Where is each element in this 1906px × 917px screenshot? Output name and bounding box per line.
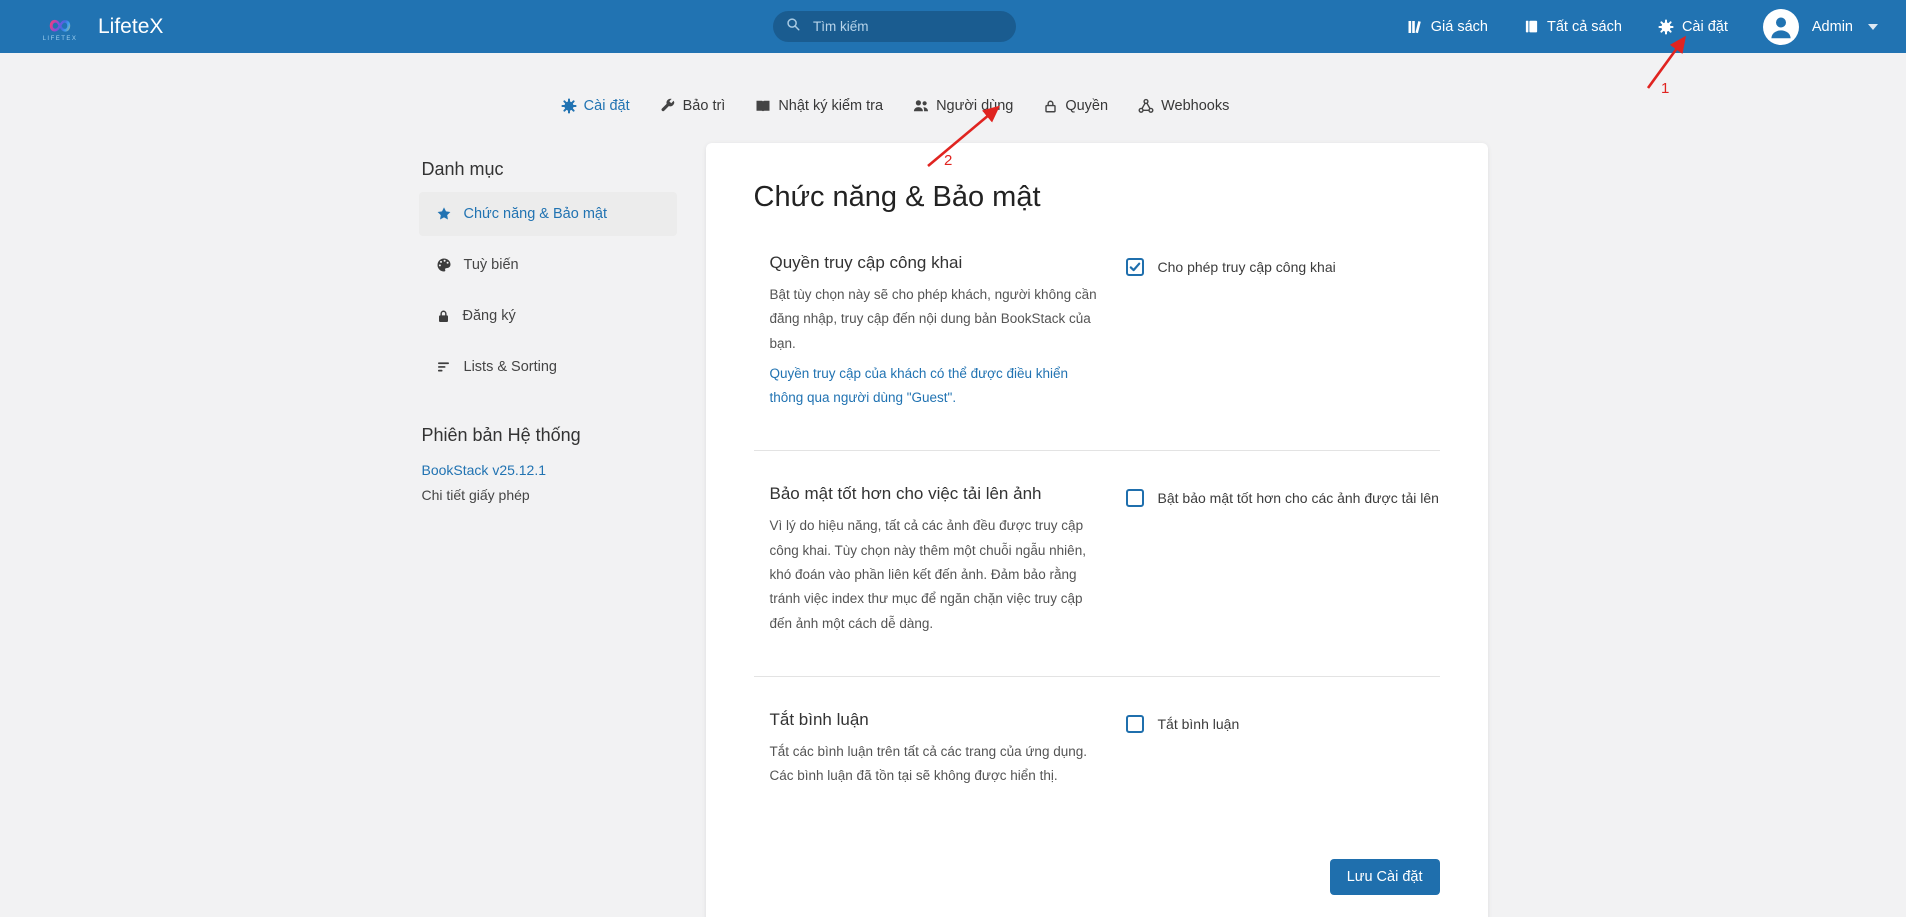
wrench-icon: [660, 98, 676, 114]
logo-area[interactable]: ∞ LIFETEX LifeteX: [38, 0, 163, 53]
header-nav: Giá sách Tất cả sách Cài đặt Admin: [1392, 0, 1884, 53]
checkbox-row[interactable]: Tắt bình luận: [1126, 710, 1424, 733]
user-menu[interactable]: Admin: [1749, 1, 1884, 53]
button-row: Lưu Cài đặt: [754, 829, 1440, 895]
section-text: Quyền truy cập công khai Bật tùy chọn này…: [770, 253, 1100, 410]
checkbox-label: Tắt bình luận: [1158, 716, 1240, 732]
tab-label: Bảo trì: [683, 97, 726, 115]
sidebar-item-label: Lists & Sorting: [464, 358, 558, 376]
lock-filled-icon: [436, 309, 451, 324]
checkbox-row[interactable]: Cho phép truy cập công khai: [1126, 253, 1424, 276]
section-help-link[interactable]: Quyền truy cập của khách có thể được điề…: [770, 362, 1100, 411]
search-icon: [786, 17, 801, 37]
sidebar-item-registration[interactable]: Đăng ký: [419, 294, 677, 338]
logo-caption: LIFETEX: [43, 36, 78, 42]
section-heading: Tắt bình luận: [770, 710, 1100, 730]
bookstack-version-link[interactable]: BookStack v25.12.1: [422, 462, 677, 478]
nav-item-label: Giá sách: [1431, 19, 1488, 35]
checkbox-unchecked[interactable]: [1126, 715, 1144, 733]
app-logo[interactable]: ∞ LIFETEX: [38, 11, 82, 42]
search-input[interactable]: [811, 18, 1003, 35]
checkbox-checked[interactable]: [1126, 258, 1144, 276]
avatar[interactable]: [1763, 9, 1799, 45]
settings-card: Chức năng & Bảo mật Quyền truy cập công …: [706, 143, 1488, 917]
page: ∞ LIFETEX LifeteX Giá sách Tất cả sách Cài…: [0, 0, 1906, 917]
settings-section: Quyền truy cập công khai Bật tùy chọn này…: [754, 220, 1440, 451]
tab-maintenance[interactable]: Bảo trì: [660, 97, 726, 115]
sidebar-items: Chức năng & Bảo mật Tuỳ biến Đăng ký Lists …: [419, 192, 677, 389]
user-name: Admin: [1812, 19, 1853, 35]
settings-tabs: Cài đặt Bảo trì Nhật ký kiểm tra Người dùng…: [0, 53, 1848, 115]
sidebar-item-label: Đăng ký: [463, 307, 516, 325]
tab-settings[interactable]: Cài đặt: [561, 97, 630, 115]
nav-item-label: Tất cả sách: [1547, 19, 1622, 35]
sidebar-item-label: Tuỳ biến: [464, 256, 519, 274]
tab-label: Quyền: [1065, 97, 1108, 115]
page-title: Chức năng & Bảo mật: [754, 181, 1440, 214]
save-settings-button[interactable]: Lưu Cài đặt: [1330, 859, 1440, 895]
palette-icon: [436, 257, 452, 273]
sidebar-item-label: Chức năng & Bảo mật: [464, 205, 608, 223]
license-details-link[interactable]: Chi tiết giấy phép: [422, 487, 677, 503]
section-heading: Quyền truy cập công khai: [770, 253, 1100, 273]
settings-section: Tắt bình luận Tắt các bình luận trên tất …: [754, 677, 1440, 829]
checkbox-label: Cho phép truy cập công khai: [1158, 259, 1336, 275]
section-text: Bảo mật tốt hơn cho việc tải lên ảnh Vì l…: [770, 484, 1100, 635]
tab-audit-log[interactable]: Nhật ký kiểm tra: [755, 97, 883, 115]
tab-users[interactable]: Người dùng: [913, 97, 1013, 115]
tab-label: Cài đặt: [584, 97, 630, 115]
header-search[interactable]: [773, 11, 1016, 42]
sidebar-item-features-security[interactable]: Chức năng & Bảo mật: [419, 192, 677, 236]
nav-item-bookshelves[interactable]: Giá sách: [1392, 11, 1503, 43]
section-description: Bật tùy chọn này sẽ cho phép khách, ngườ…: [770, 283, 1100, 356]
tab-label: Người dùng: [936, 97, 1013, 115]
settings-section: Bảo mật tốt hơn cho việc tải lên ảnh Vì l…: [754, 451, 1440, 676]
gear-icon: [561, 98, 577, 114]
section-heading: Bảo mật tốt hơn cho việc tải lên ảnh: [770, 484, 1100, 504]
nav-item-books[interactable]: Tất cả sách: [1509, 11, 1637, 43]
tab-label: Nhật ký kiểm tra: [778, 97, 883, 115]
settings-sections: Quyền truy cập công khai Bật tùy chọn này…: [754, 220, 1440, 829]
sidebar-item-lists-sorting[interactable]: Lists & Sorting: [419, 345, 677, 389]
section-description: Vì lý do hiệu năng, tất cả các ảnh đều đ…: [770, 514, 1100, 635]
webhook-icon: [1138, 98, 1154, 114]
nav-item-settings[interactable]: Cài đặt: [1643, 11, 1743, 43]
checkbox-row[interactable]: Bật bảo mật tốt hơn cho các ảnh được tải…: [1126, 484, 1439, 507]
checkbox-label: Bật bảo mật tốt hơn cho các ảnh được tải…: [1158, 490, 1439, 506]
tab-label: Webhooks: [1161, 97, 1229, 115]
tab-roles[interactable]: Quyền: [1043, 97, 1108, 115]
settings-sidebar: Danh mục Chức năng & Bảo mật Tuỳ biến Đăng…: [419, 143, 677, 503]
nav-item-label: Cài đặt: [1682, 19, 1728, 35]
bookshelf-icon: [1407, 19, 1423, 35]
tab-webhooks[interactable]: Webhooks: [1138, 97, 1229, 115]
section-description: Tắt các bình luận trên tất cả các trang …: [770, 740, 1100, 789]
sidebar-heading: Danh mục: [422, 159, 677, 180]
caret-down-icon: [1868, 24, 1878, 30]
users-icon: [913, 98, 929, 114]
infinity-logo-icon: ∞: [49, 11, 72, 37]
audit-log-icon: [755, 98, 771, 114]
star-icon: [436, 206, 452, 222]
app-name: LifeteX: [98, 15, 163, 39]
app-header: ∞ LIFETEX LifeteX Giá sách Tất cả sách Cài…: [0, 0, 1906, 53]
section-text: Tắt bình luận Tắt các bình luận trên tất …: [770, 710, 1100, 789]
sort-lines-icon: [436, 359, 452, 375]
book-icon: [1524, 19, 1539, 34]
content-area: Danh mục Chức năng & Bảo mật Tuỳ biến Đăng…: [419, 143, 1488, 917]
sidebar-item-customization[interactable]: Tuỳ biến: [419, 243, 677, 287]
system-version-heading: Phiên bản Hệ thống: [422, 425, 677, 446]
checkbox-unchecked[interactable]: [1126, 489, 1144, 507]
gear-icon: [1658, 19, 1674, 35]
lock-outline-icon: [1043, 99, 1058, 114]
